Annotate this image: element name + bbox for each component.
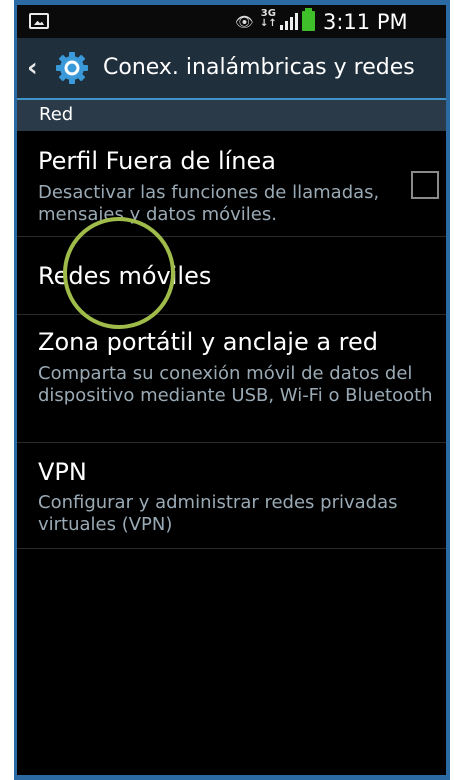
chevron-left-icon[interactable]: ‹ bbox=[27, 55, 38, 81]
page-title: Conex. inalámbricas y redes bbox=[103, 55, 415, 80]
signal-icon bbox=[280, 12, 300, 30]
3g-icon: 3G ↓↑ bbox=[260, 8, 277, 29]
section-label: Red bbox=[39, 104, 74, 125]
list-item-perfil-fuera-de-linea[interactable]: Perfil Fuera de línea Desactivar las fun… bbox=[17, 131, 446, 237]
status-time: 3:11 PM bbox=[323, 10, 408, 34]
item-title: VPN bbox=[38, 458, 87, 486]
eye-icon: 👁 bbox=[235, 13, 255, 31]
list-item-zona-portatil[interactable]: Zona portátil y anclaje a red Comparta s… bbox=[17, 315, 446, 443]
item-subtitle: Desactivar las funciones de llamadas, me… bbox=[38, 182, 380, 225]
item-subtitle: Configurar y administrar redes privadas … bbox=[38, 492, 398, 535]
gallery-icon bbox=[29, 13, 49, 29]
phone-screen: 👁 3G ↓↑ 3:11 PM ‹ Conex. inalámbricas y … bbox=[17, 5, 446, 775]
list-item-vpn[interactable]: VPN Configurar y administrar redes priva… bbox=[17, 443, 446, 549]
battery-icon bbox=[302, 8, 315, 31]
offline-profile-checkbox[interactable] bbox=[411, 171, 439, 199]
item-subtitle: Comparta su conexión móvil de datos del … bbox=[38, 363, 433, 406]
item-title: Redes móviles bbox=[38, 262, 212, 290]
section-header-red: Red bbox=[17, 100, 446, 131]
settings-gear-icon[interactable] bbox=[55, 51, 89, 85]
action-bar: ‹ Conex. inalámbricas y redes bbox=[17, 38, 446, 100]
status-bar: 👁 3G ↓↑ 3:11 PM bbox=[17, 5, 446, 38]
list-item-redes-moviles[interactable]: Redes móviles bbox=[17, 237, 446, 315]
item-title: Zona portátil y anclaje a red bbox=[38, 328, 379, 356]
item-title: Perfil Fuera de línea bbox=[38, 147, 276, 175]
